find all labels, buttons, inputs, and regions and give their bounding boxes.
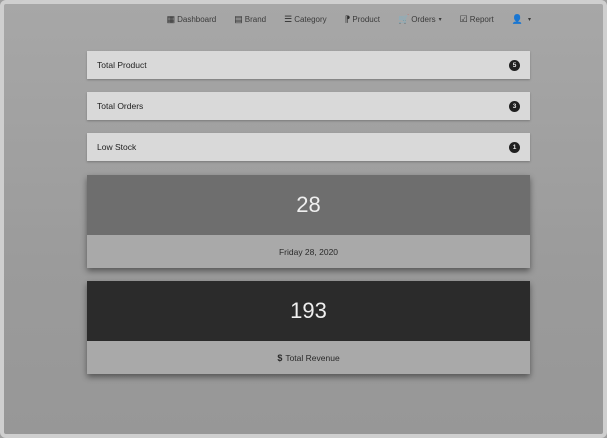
brand-icon: ▤	[234, 13, 243, 24]
nav-category-label: Category	[294, 14, 327, 24]
revenue-card-caption: Total Revenue	[285, 352, 340, 363]
nav-report-label: Report	[469, 14, 494, 24]
report-icon: ☑	[459, 13, 468, 24]
low-stock-label: Low Stock	[97, 142, 137, 152]
low-stock-count-badge: 1	[509, 141, 520, 153]
date-card-value: 28	[87, 175, 530, 235]
nav-dashboard-label: Dashboard	[177, 14, 217, 24]
nav-user-dropdown[interactable]: 👤 ▾	[512, 14, 531, 25]
nav-product[interactable]: ⁋ Product	[345, 14, 380, 25]
low-stock-panel[interactable]: Low Stock 1	[87, 133, 530, 161]
revenue-card: 193 $ Total Revenue	[87, 281, 530, 374]
dashboard-icon: ▦	[166, 13, 176, 24]
revenue-card-value: 193	[87, 281, 530, 341]
product-icon: ⁋	[344, 13, 351, 24]
caret-down-icon: ▾	[527, 16, 531, 23]
date-card: 28 Friday 28, 2020	[87, 175, 530, 268]
nav-brand[interactable]: ▤ Brand	[234, 14, 266, 25]
nav-orders-dropdown[interactable]: 🛒 Orders ▾	[398, 14, 442, 25]
top-navbar: ▦ Dashboard ▤ Brand ☰ Category ⁋ Product…	[4, 4, 603, 34]
nav-report[interactable]: ☑ Report	[460, 14, 494, 25]
dollar-icon: $	[277, 352, 283, 363]
nav-orders-label: Orders	[411, 14, 436, 24]
total-product-panel[interactable]: Total Product 5	[87, 51, 530, 79]
nav-product-label: Product	[352, 14, 380, 24]
user-icon: 👤	[511, 13, 523, 24]
category-icon: ☰	[284, 13, 293, 24]
date-card-caption: Friday 28, 2020	[278, 246, 339, 257]
nav-brand-label: Brand	[244, 14, 267, 24]
date-card-footer: Friday 28, 2020	[87, 235, 530, 268]
nav-category[interactable]: ☰ Category	[284, 14, 327, 25]
total-product-label: Total Product	[97, 60, 147, 70]
total-orders-count-badge: 3	[509, 100, 520, 112]
orders-icon: 🛒	[397, 13, 410, 24]
total-orders-label: Total Orders	[97, 101, 144, 111]
caret-down-icon: ▾	[438, 16, 442, 23]
revenue-card-footer: $ Total Revenue	[87, 341, 530, 374]
total-orders-panel[interactable]: Total Orders 3	[87, 92, 530, 120]
nav-dashboard[interactable]: ▦ Dashboard	[167, 14, 217, 25]
total-product-count-badge: 5	[509, 59, 520, 71]
